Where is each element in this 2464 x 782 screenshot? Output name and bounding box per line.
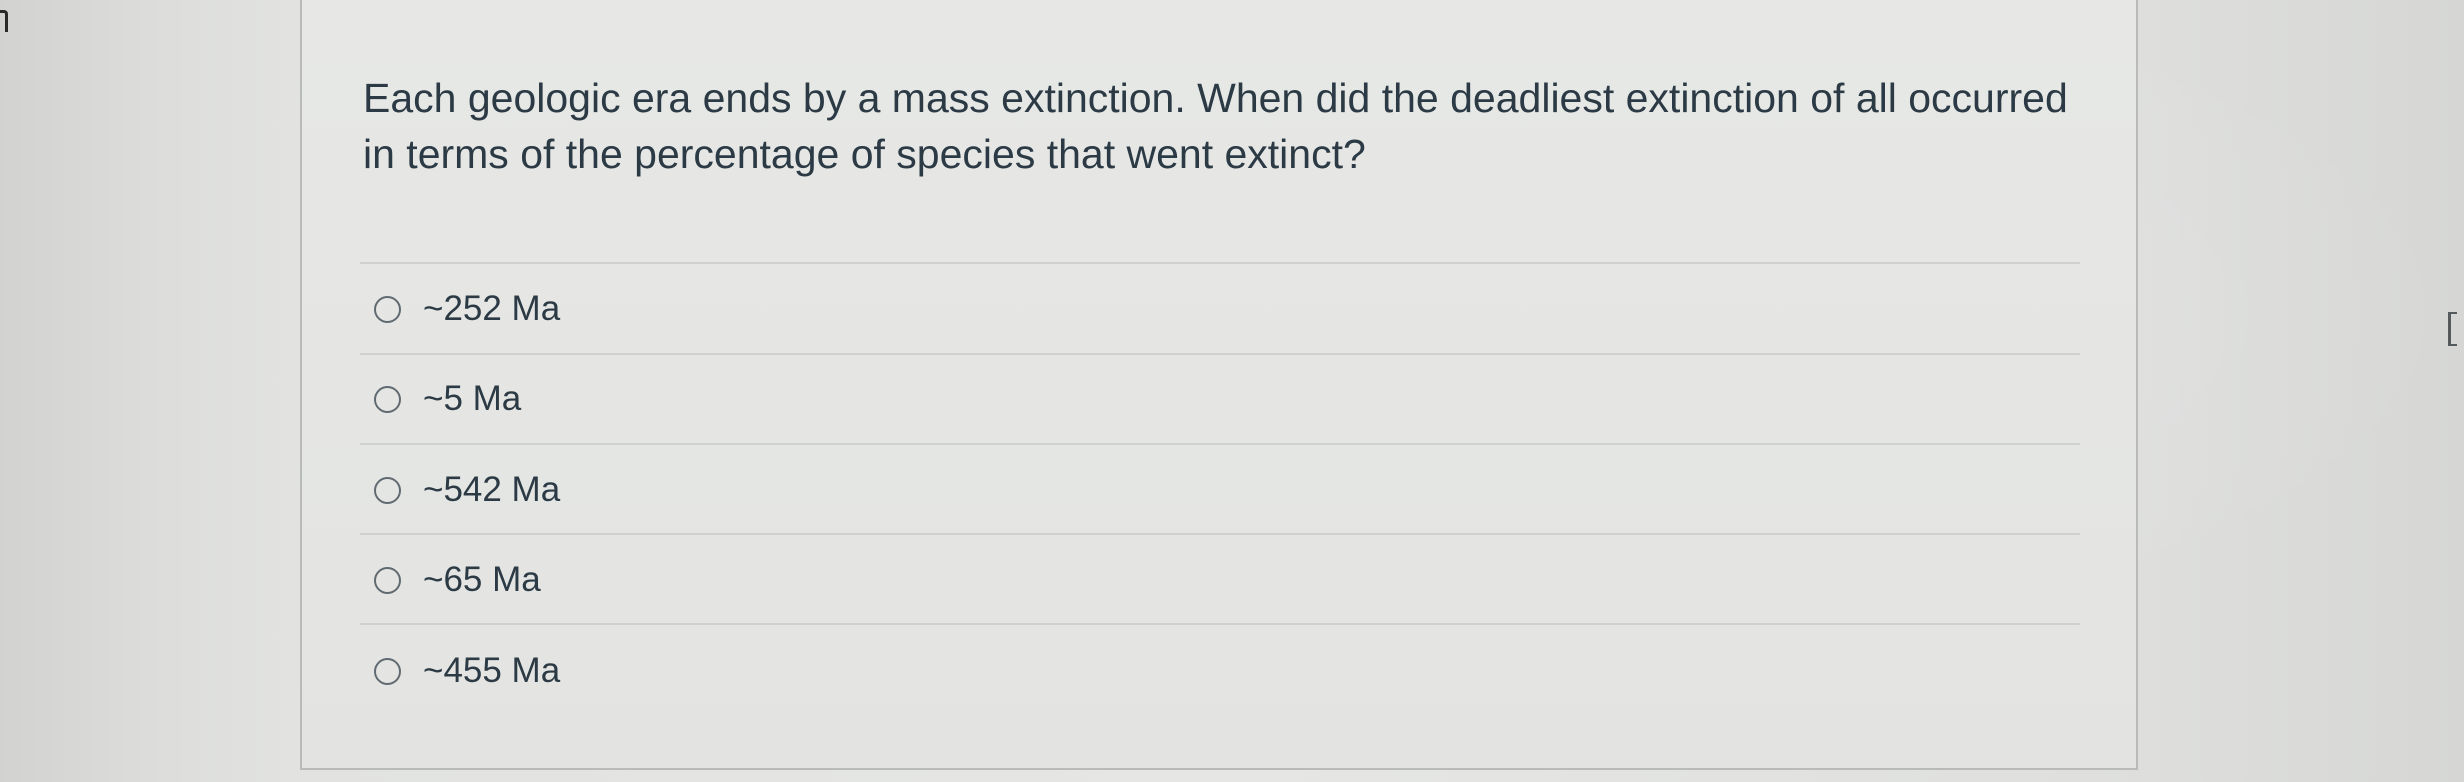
answer-label: ~5 Ma bbox=[423, 379, 522, 418]
radio-button[interactable] bbox=[374, 295, 401, 323]
question-card: Each geologic era ends by a mass extinct… bbox=[300, 0, 2138, 770]
left-edge-mark bbox=[0, 10, 8, 32]
answer-option-3[interactable]: ~542 Ma bbox=[374, 460, 560, 520]
right-edge-bracket bbox=[2448, 312, 2457, 346]
question-text: Each geologic era ends by a mass extinct… bbox=[363, 75, 2068, 177]
answer-label: ~65 Ma bbox=[423, 560, 541, 599]
answer-divider bbox=[360, 353, 2080, 355]
answer-option-4[interactable]: ~65 Ma bbox=[374, 550, 541, 610]
answer-label: ~252 Ma bbox=[423, 289, 561, 328]
radio-button[interactable] bbox=[374, 385, 401, 413]
answer-divider bbox=[360, 533, 2080, 535]
answer-option-2[interactable]: ~5 Ma bbox=[374, 369, 521, 429]
answers-top-divider bbox=[360, 262, 2080, 264]
radio-button[interactable] bbox=[374, 476, 401, 504]
answer-divider bbox=[360, 443, 2080, 445]
answer-option-1[interactable]: ~252 Ma bbox=[374, 279, 560, 339]
radio-button[interactable] bbox=[374, 566, 401, 594]
answer-option-5[interactable]: ~455 Ma bbox=[374, 641, 560, 701]
answer-label: ~455 Ma bbox=[423, 651, 561, 690]
answer-label: ~542 Ma bbox=[423, 470, 561, 509]
answer-divider bbox=[360, 623, 2080, 625]
radio-button[interactable] bbox=[374, 657, 401, 685]
